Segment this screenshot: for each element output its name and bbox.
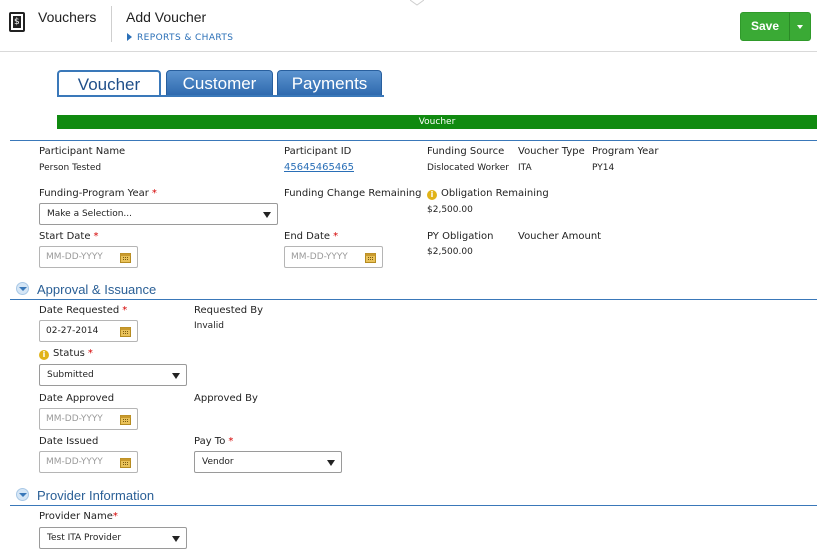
collapse-provider-toggle[interactable] (16, 488, 29, 501)
tab-voucher[interactable]: Voucher (57, 70, 161, 97)
dropdown-arrow-icon (172, 373, 180, 379)
end-date-placeholder: MM-DD-YYYY (291, 252, 348, 262)
voucher-amount-label: Voucher Amount (518, 231, 602, 242)
caret-right-icon (127, 33, 132, 41)
chevron-down-icon (19, 287, 27, 291)
funding-change-remaining-label: Funding Change Remaining (284, 188, 422, 199)
breadcrumb-divider (111, 6, 112, 42)
requested-by-label: Requested By (194, 305, 264, 316)
provider-name-select[interactable]: Test ITA Provider (39, 527, 187, 549)
program-year-label: Program Year (592, 146, 659, 157)
dropdown-arrow-icon (327, 460, 335, 466)
calendar-icon[interactable] (120, 414, 131, 425)
py-obligation-label: PY Obligation (427, 231, 494, 242)
approved-by-label: Approved By (194, 393, 258, 404)
participant-id-link[interactable]: 45645465465 (284, 162, 354, 173)
provider-name-label: Provider Name* (39, 511, 118, 522)
calendar-icon[interactable] (120, 326, 131, 337)
funding-program-year-value: Make a Selection... (47, 209, 133, 219)
tab-payments[interactable]: Payments (277, 70, 382, 96)
date-requested-value: 02-27-2014 (46, 326, 99, 336)
required-marker: * (151, 188, 157, 199)
page-header: $ Vouchers Add Voucher REPORTS & CHARTS … (0, 0, 817, 52)
voucher-app-icon: $ (9, 12, 25, 32)
funding-source-label: Funding Source (427, 146, 505, 157)
start-date-input[interactable]: MM-DD-YYYY (39, 246, 138, 268)
status-select[interactable]: Submitted (39, 364, 187, 386)
info-icon[interactable]: i (427, 190, 437, 200)
status-label: i Status * (39, 348, 93, 360)
date-issued-input[interactable]: MM-DD-YYYY (39, 451, 138, 473)
panel-notch-icon (410, 0, 424, 6)
obligation-remaining-value: $2,500.00 (427, 205, 473, 215)
date-requested-label: Date Requested * (39, 305, 128, 316)
participant-id-label: Participant ID (284, 146, 352, 157)
funding-program-year-label: Funding-Program Year * (39, 188, 157, 199)
save-button[interactable]: Save (741, 13, 789, 40)
page-title: Add Voucher (126, 9, 207, 25)
section-divider (10, 140, 817, 141)
date-approved-placeholder: MM-DD-YYYY (46, 414, 103, 424)
section-divider (10, 505, 817, 506)
calendar-icon[interactable] (120, 252, 131, 263)
required-marker: * (333, 231, 339, 242)
required-marker: * (228, 436, 234, 447)
requested-by-value: Invalid (194, 321, 224, 331)
obligation-remaining-label: i Obligation Remaining (427, 188, 549, 200)
funding-source-value: Dislocated Worker (427, 163, 509, 173)
required-marker: * (122, 305, 128, 316)
voucher-section-bar: Voucher (57, 115, 817, 129)
participant-name-value: Person Tested (39, 163, 102, 173)
pay-to-label: Pay To * (194, 436, 234, 447)
date-approved-input[interactable]: MM-DD-YYYY (39, 408, 138, 430)
voucher-type-label: Voucher Type (518, 146, 585, 157)
tab-customer[interactable]: Customer (166, 70, 273, 96)
start-date-placeholder: MM-DD-YYYY (46, 252, 103, 262)
provider-name-value: Test ITA Provider (47, 533, 122, 543)
save-button-group: Save (740, 12, 811, 41)
chevron-down-icon (19, 493, 27, 497)
date-issued-label: Date Issued (39, 436, 99, 447)
voucher-type-value: ITA (518, 163, 532, 173)
end-date-input[interactable]: MM-DD-YYYY (284, 246, 383, 268)
end-date-label: End Date * (284, 231, 339, 242)
program-year-value: PY14 (592, 163, 615, 173)
participant-name-label: Participant Name (39, 146, 126, 157)
date-approved-label: Date Approved (39, 393, 115, 404)
start-date-label: Start Date * (39, 231, 99, 242)
required-marker: * (93, 231, 99, 242)
date-issued-placeholder: MM-DD-YYYY (46, 457, 103, 467)
required-marker: * (87, 348, 93, 359)
chevron-down-icon (797, 25, 803, 29)
status-value: Submitted (47, 370, 94, 380)
reports-charts-link[interactable]: REPORTS & CHARTS (127, 33, 233, 43)
section-divider (10, 299, 817, 300)
pay-to-value: Vendor (202, 457, 234, 467)
funding-program-year-select[interactable]: Make a Selection... (39, 203, 278, 225)
approval-issuance-heading[interactable]: Approval & Issuance (37, 282, 156, 297)
reports-charts-label: REPORTS & CHARTS (137, 33, 234, 43)
provider-information-heading[interactable]: Provider Information (37, 488, 154, 503)
app-title[interactable]: Vouchers (38, 9, 96, 25)
save-options-button[interactable] (790, 13, 811, 40)
pay-to-select[interactable]: Vendor (194, 451, 342, 473)
required-marker: * (112, 511, 118, 522)
info-icon[interactable]: i (39, 350, 49, 360)
dropdown-arrow-icon (172, 536, 180, 542)
py-obligation-value: $2,500.00 (427, 247, 473, 257)
dropdown-arrow-icon (263, 212, 271, 218)
calendar-icon[interactable] (365, 252, 376, 263)
date-requested-input[interactable]: 02-27-2014 (39, 320, 138, 342)
collapse-approval-toggle[interactable] (16, 282, 29, 295)
tab-underline (57, 95, 384, 97)
calendar-icon[interactable] (120, 457, 131, 468)
